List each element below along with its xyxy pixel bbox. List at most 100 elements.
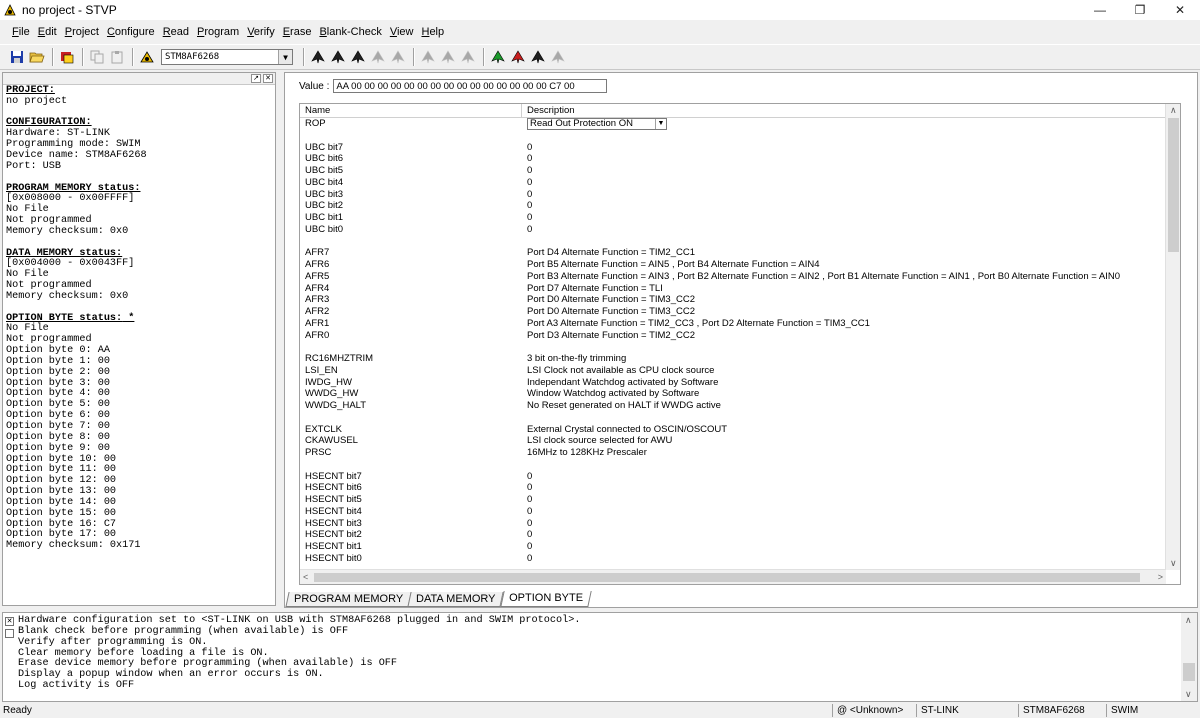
table-row[interactable]: AFR0 Port D3 Alternate Function = TIM2_CC… bbox=[300, 330, 1166, 342]
scroll-left-icon[interactable]: < bbox=[303, 572, 308, 582]
read-current-tab-button[interactable] bbox=[309, 48, 327, 66]
table-row[interactable]: UBC bit3 0 bbox=[300, 189, 1166, 201]
menu-blank-check[interactable]: Blank-Check bbox=[315, 26, 385, 38]
project-button[interactable] bbox=[58, 48, 76, 66]
save-button[interactable] bbox=[8, 48, 26, 66]
table-row[interactable]: AFR3 Port D0 Alternate Function = TIM3_CC… bbox=[300, 294, 1166, 306]
table-row[interactable]: HSECNT bit7 0 bbox=[300, 471, 1166, 483]
table-row[interactable] bbox=[300, 236, 1166, 248]
table-row[interactable]: RC16MHZTRIM 3 bit on-the-fly trimming bbox=[300, 353, 1166, 365]
close-icon: ✕ bbox=[265, 75, 271, 82]
vertical-scroll-thumb[interactable] bbox=[1168, 118, 1179, 252]
menu-help[interactable]: Help bbox=[417, 26, 448, 38]
scroll-up-icon[interactable]: ∧ bbox=[1170, 105, 1177, 116]
table-row[interactable]: AFR4 Port D7 Alternate Function = TLI bbox=[300, 283, 1166, 295]
chevron-down-icon[interactable]: ▼ bbox=[278, 50, 292, 64]
blank-check-current-button[interactable] bbox=[489, 48, 507, 66]
verify-current-button[interactable] bbox=[389, 48, 407, 66]
table-row[interactable]: HSECNT bit1 0 bbox=[300, 541, 1166, 553]
table-row[interactable]: HSECNT bit5 0 bbox=[300, 494, 1166, 506]
vertical-scrollbar[interactable]: ∧ ∨ bbox=[1165, 104, 1180, 570]
column-header-name[interactable]: Name bbox=[300, 104, 522, 118]
menu-project[interactable]: Project bbox=[61, 26, 103, 38]
value-input[interactable]: AA 00 00 00 00 00 00 00 00 00 00 00 00 0… bbox=[333, 79, 608, 93]
scroll-up-icon[interactable]: ∧ bbox=[1185, 615, 1192, 626]
close-button[interactable]: ✕ bbox=[1160, 0, 1200, 20]
table-row[interactable]: AFR2 Port D0 Alternate Function = TIM3_CC… bbox=[300, 306, 1166, 318]
program-all-button[interactable] bbox=[369, 48, 387, 66]
copy-button[interactable] bbox=[88, 48, 106, 66]
scroll-down-icon[interactable]: ∨ bbox=[1185, 689, 1192, 700]
panel-float-button[interactable]: ↗ bbox=[251, 74, 261, 83]
log-close-button[interactable]: ✕ bbox=[5, 617, 14, 626]
panel-close-button[interactable]: ✕ bbox=[263, 74, 273, 83]
table-row[interactable] bbox=[300, 341, 1166, 353]
table-row[interactable]: LSI_EN LSI Clock not available as CPU clo… bbox=[300, 365, 1166, 377]
table-row[interactable]: IWDG_HW Independant Watchdog activated by… bbox=[300, 377, 1166, 389]
menu-view[interactable]: View bbox=[386, 26, 418, 38]
table-row[interactable]: UBC bit6 0 bbox=[300, 153, 1166, 165]
table-row[interactable]: HSECNT bit4 0 bbox=[300, 506, 1166, 518]
blank-check-all-button[interactable] bbox=[509, 48, 527, 66]
compare-button[interactable] bbox=[529, 48, 547, 66]
table-row[interactable]: HSECNT bit0 0 bbox=[300, 553, 1166, 565]
table-row[interactable]: UBC bit0 0 bbox=[300, 224, 1166, 236]
rop-select[interactable]: Read Out Protection ON ▼ bbox=[527, 118, 667, 130]
table-row[interactable]: AFR5 Port B3 Alternate Function = AIN3 , … bbox=[300, 271, 1166, 283]
horizontal-scrollbar[interactable]: < > bbox=[300, 569, 1166, 584]
scroll-right-icon[interactable]: > bbox=[1158, 572, 1163, 582]
table-row[interactable] bbox=[300, 459, 1166, 471]
table-row[interactable]: AFR7 Port D4 Alternate Function = TIM2_CC… bbox=[300, 247, 1166, 259]
table-row[interactable]: WWDG_HALT No Reset generated on HALT if W… bbox=[300, 400, 1166, 412]
table-row[interactable]: AFR6 Port B5 Alternate Function = AIN5 , … bbox=[300, 259, 1166, 271]
table-row[interactable]: UBC bit4 0 bbox=[300, 177, 1166, 189]
erase-current-button[interactable] bbox=[439, 48, 457, 66]
minimize-button[interactable]: — bbox=[1080, 0, 1120, 20]
table-row[interactable]: UBC bit2 0 bbox=[300, 200, 1166, 212]
table-row[interactable]: HSECNT bit2 0 bbox=[300, 529, 1166, 541]
table-row[interactable]: HSECNT bit6 0 bbox=[300, 482, 1166, 494]
maximize-button[interactable]: ❐ bbox=[1120, 0, 1160, 20]
table-row[interactable]: AFR1 Port A3 Alternate Function = TIM2_CC… bbox=[300, 318, 1166, 330]
horizontal-scroll-thumb[interactable] bbox=[314, 573, 1140, 582]
menu-configure[interactable]: Configure bbox=[103, 26, 159, 38]
open-button[interactable] bbox=[28, 48, 46, 66]
log-scrollbar[interactable]: ∧ ∨ bbox=[1181, 613, 1197, 701]
option-name bbox=[300, 341, 522, 353]
verify-all-button[interactable] bbox=[419, 48, 437, 66]
table-row[interactable]: UBC bit5 0 bbox=[300, 165, 1166, 177]
table-row[interactable] bbox=[300, 130, 1166, 142]
menu-erase[interactable]: Erase bbox=[279, 26, 316, 38]
menu-file[interactable]: File bbox=[8, 26, 34, 38]
menu-verify[interactable]: Verify bbox=[243, 26, 279, 38]
table-row[interactable]: WWDG_HW Window Watchdog activated by Soft… bbox=[300, 388, 1166, 400]
option-byte-panel: Value : AA 00 00 00 00 00 00 00 00 00 00… bbox=[284, 72, 1198, 608]
read-all-button[interactable] bbox=[329, 48, 347, 66]
table-row[interactable]: UBC bit1 0 bbox=[300, 212, 1166, 224]
table-row[interactable]: HSECNT bit3 0 bbox=[300, 518, 1166, 530]
tab-program-memory[interactable]: PROGRAM MEMORY bbox=[285, 592, 412, 607]
table-row[interactable]: EXTCLK External Crystal connected to OSCI… bbox=[300, 424, 1166, 436]
log-scroll-thumb[interactable] bbox=[1183, 663, 1195, 681]
table-row[interactable]: ROP Read Out Protection ON ▼ bbox=[300, 118, 1166, 130]
tab-data-memory[interactable]: DATA MEMORY bbox=[407, 592, 505, 607]
log-pin-button[interactable] bbox=[5, 629, 14, 638]
menu-read[interactable]: Read bbox=[159, 26, 193, 38]
erase-all-button[interactable] bbox=[459, 48, 477, 66]
scroll-down-icon[interactable]: ∨ bbox=[1170, 558, 1177, 569]
tab-option-byte[interactable]: OPTION BYTE bbox=[499, 591, 592, 607]
menu-program[interactable]: Program bbox=[193, 26, 243, 38]
device-icon-button[interactable] bbox=[138, 48, 156, 66]
table-row[interactable] bbox=[300, 412, 1166, 424]
table-row[interactable]: UBC bit7 0 bbox=[300, 142, 1166, 154]
menu-edit[interactable]: Edit bbox=[34, 26, 61, 38]
table-row[interactable]: PRSC 16MHz to 128KHz Prescaler bbox=[300, 447, 1166, 459]
info-line: Memory checksum: 0x171 bbox=[6, 540, 141, 552]
paste-button[interactable] bbox=[108, 48, 126, 66]
option-button[interactable] bbox=[549, 48, 567, 66]
program-current-tab-button[interactable] bbox=[349, 48, 367, 66]
table-row[interactable]: CKAWUSEL LSI clock source selected for AW… bbox=[300, 435, 1166, 447]
column-header-description[interactable]: Description bbox=[522, 104, 1166, 118]
device-select[interactable]: STM8AF6268 ▼ bbox=[161, 49, 293, 65]
chevron-down-icon[interactable]: ▼ bbox=[655, 119, 666, 129]
